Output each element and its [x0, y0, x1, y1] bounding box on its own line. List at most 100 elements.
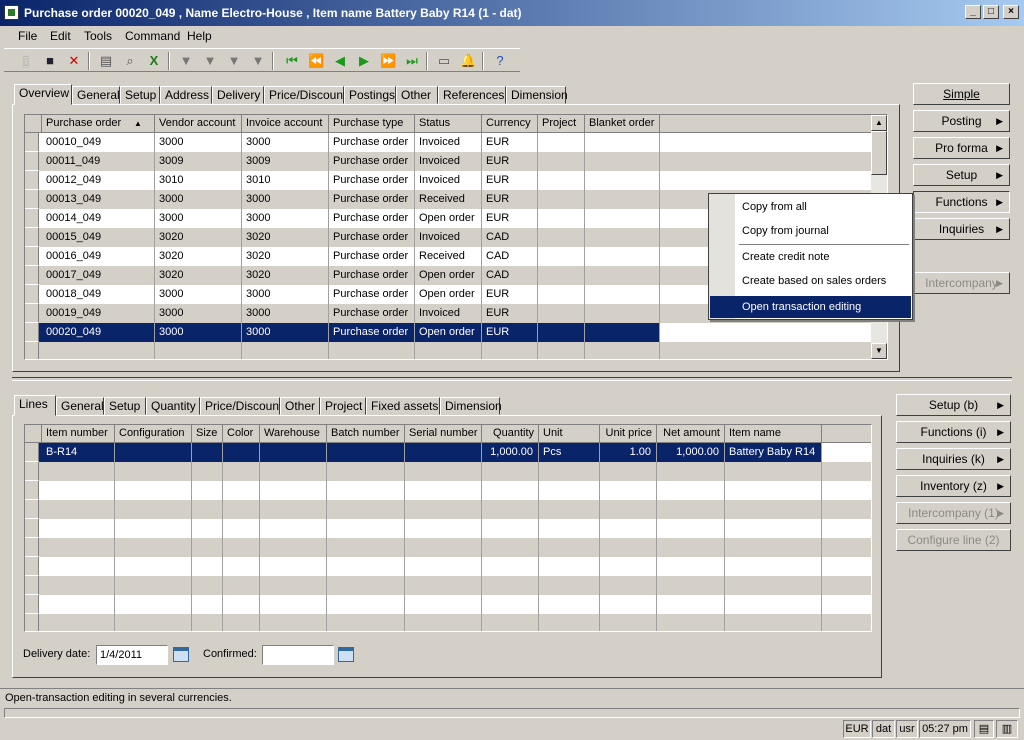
row-selector[interactable]	[25, 285, 39, 304]
line-cell[interactable]	[539, 595, 600, 614]
lines-grid[interactable]: Item number Configuration Size Color War…	[24, 424, 872, 632]
empty-row[interactable]	[25, 614, 871, 631]
order-cell[interactable]	[155, 342, 242, 359]
line-row[interactable]: B-R14 1,000.00 Pcs 1.00 1,000.00 Battery Baby…	[25, 443, 822, 462]
order-cell[interactable]: 00010_049	[42, 133, 155, 152]
col-color[interactable]: Color	[223, 425, 260, 443]
order-cell[interactable]: 3009	[242, 152, 329, 171]
title-bar[interactable]: Purchase order 00020_049 , Name Electro-…	[0, 0, 1024, 26]
tab-dimension[interactable]: Dimension	[506, 86, 568, 104]
row-selector[interactable]	[25, 538, 39, 557]
order-cell[interactable]	[585, 152, 660, 171]
order-cell[interactable]: 3000	[155, 190, 242, 209]
order-cell[interactable]: Received	[415, 247, 482, 266]
line-cell[interactable]	[657, 538, 725, 557]
line-cell[interactable]	[223, 500, 260, 519]
order-cell[interactable]: 3020	[155, 228, 242, 247]
line-cell[interactable]	[657, 614, 725, 631]
order-cell[interactable]	[538, 228, 585, 247]
tab-setup[interactable]: Setup	[120, 86, 160, 104]
line-cell[interactable]	[482, 595, 539, 614]
scroll-down-button[interactable]: ▼	[871, 343, 887, 359]
line-cell[interactable]	[42, 462, 115, 481]
menu-item-copy-from-all[interactable]: Copy from all	[710, 196, 911, 218]
empty-row[interactable]	[25, 519, 871, 538]
order-cell[interactable]: Invoiced	[415, 152, 482, 171]
order-cell[interactable]: 00018_049	[42, 285, 155, 304]
col-serial-number[interactable]: Serial number	[405, 425, 482, 443]
order-row[interactable]: 00010_049 3000 3000 Purchase order Invoiced E…	[25, 133, 871, 152]
order-cell[interactable]	[585, 304, 660, 323]
order-cell[interactable]	[585, 285, 660, 304]
line-cell[interactable]: 1,000.00	[657, 443, 725, 462]
lines-setup-button[interactable]: Setup (b) ▶	[896, 394, 1011, 416]
configure-line-button[interactable]: Configure line (2)	[896, 529, 1011, 551]
line-cell[interactable]	[405, 500, 482, 519]
line-cell[interactable]: 1,000.00	[482, 443, 539, 462]
col-vendor-account[interactable]: Vendor account	[155, 115, 242, 133]
line-cell[interactable]	[260, 576, 327, 595]
order-cell[interactable]: Invoiced	[415, 171, 482, 190]
advanced-filter-icon[interactable]: ▼	[226, 53, 242, 69]
order-cell[interactable]	[585, 247, 660, 266]
line-cell[interactable]	[42, 481, 115, 500]
first-record-icon[interactable]: ⏮	[284, 53, 300, 69]
order-cell[interactable]: 3000	[242, 190, 329, 209]
line-cell[interactable]	[539, 614, 600, 631]
order-cell[interactable]: 00013_049	[42, 190, 155, 209]
tab-other[interactable]: Other	[396, 86, 438, 104]
row-selector[interactable]	[25, 481, 39, 500]
line-cell[interactable]	[657, 595, 725, 614]
posting-button[interactable]: Posting ▶	[913, 110, 1010, 132]
line-cell[interactable]	[539, 519, 600, 538]
line-cell[interactable]	[725, 595, 822, 614]
order-cell[interactable]: 3010	[242, 171, 329, 190]
order-cell[interactable]: 3020	[242, 266, 329, 285]
maximize-button[interactable]: □	[983, 5, 999, 19]
row-selector[interactable]	[25, 228, 39, 247]
order-cell[interactable]: 3000	[155, 209, 242, 228]
menu-item-open-transaction-editing[interactable]: Open transaction editing	[710, 296, 911, 318]
order-cell[interactable]: Purchase order	[329, 209, 415, 228]
order-cell[interactable]	[585, 133, 660, 152]
line-cell[interactable]	[223, 595, 260, 614]
order-cell[interactable]: 3000	[155, 133, 242, 152]
line-cell[interactable]	[327, 576, 405, 595]
order-cell[interactable]: CAD	[482, 247, 538, 266]
lines-functions-button[interactable]: Functions (i) ▶	[896, 421, 1011, 443]
last-record-icon[interactable]: ⏭	[404, 53, 420, 69]
order-cell[interactable]	[538, 171, 585, 190]
tab-lines[interactable]: Lines	[14, 395, 56, 416]
order-cell[interactable]: 3000	[242, 285, 329, 304]
line-cell[interactable]	[42, 519, 115, 538]
empty-row[interactable]	[25, 342, 871, 359]
menu-edit[interactable]: Edit	[50, 29, 71, 43]
line-cell[interactable]	[260, 519, 327, 538]
line-cell[interactable]	[405, 462, 482, 481]
row-selector[interactable]	[25, 519, 39, 538]
line-cell[interactable]	[657, 519, 725, 538]
line-cell[interactable]: Battery Baby R14	[725, 443, 822, 462]
empty-row[interactable]	[25, 481, 871, 500]
print-preview-icon[interactable]: ⌕	[122, 53, 138, 69]
col-size[interactable]: Size	[192, 425, 223, 443]
order-cell[interactable]: EUR	[482, 323, 538, 342]
row-selector[interactable]	[25, 304, 39, 323]
menu-item-create-credit-note[interactable]: Create credit note	[710, 246, 911, 268]
col-invoice-account[interactable]: Invoice account	[242, 115, 329, 133]
lines-intercompany-button[interactable]: Intercompany (1) ▶	[896, 502, 1011, 524]
order-cell[interactable]: Open order	[415, 209, 482, 228]
next-page-icon[interactable]: ⏩	[380, 53, 396, 69]
line-cell[interactable]	[405, 614, 482, 631]
col-purchase-type[interactable]: Purchase type	[329, 115, 415, 133]
tab-price-discount[interactable]: Price/Discount	[264, 86, 346, 104]
order-cell[interactable]: 3009	[155, 152, 242, 171]
row-selector[interactable]	[25, 595, 39, 614]
col-purchase-order[interactable]: Purchase order ▲	[42, 115, 155, 133]
line-cell[interactable]	[223, 481, 260, 500]
order-cell[interactable]: Purchase order	[329, 228, 415, 247]
order-cell[interactable]	[329, 342, 415, 359]
line-cell[interactable]	[600, 557, 657, 576]
empty-row[interactable]	[25, 576, 871, 595]
line-cell[interactable]	[223, 538, 260, 557]
